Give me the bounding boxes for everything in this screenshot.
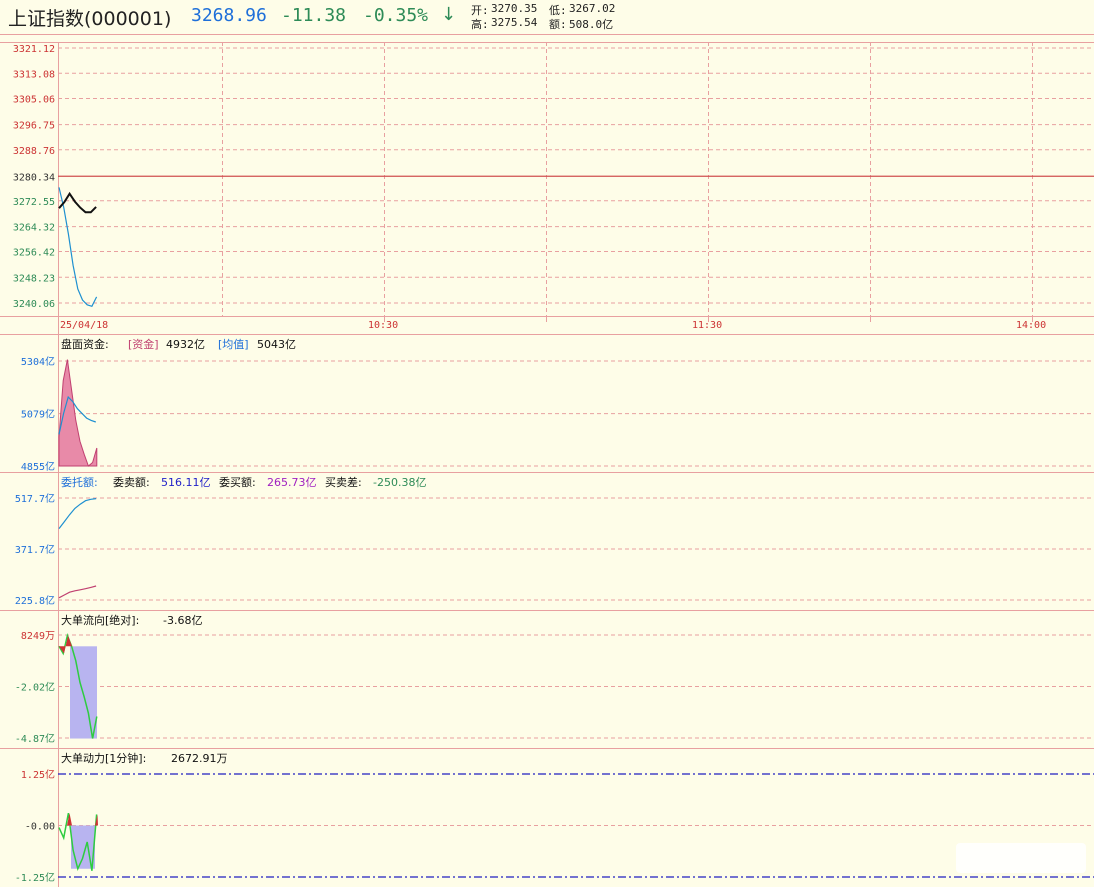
capital-fund-label: [资金] xyxy=(128,337,159,351)
price-y-label: 3240.06 xyxy=(13,299,55,310)
bigflow-y-label: -4.87亿 xyxy=(15,732,55,745)
orders-y-label: 371.7亿 xyxy=(15,543,55,556)
orders-diff-value: -250.38亿 xyxy=(373,476,426,489)
bigpower-block xyxy=(71,825,95,869)
orders-diff-label: 买卖差: xyxy=(325,475,362,489)
price-y-label: 3248.23 xyxy=(13,273,55,284)
orders-buy-label: 委买额: xyxy=(219,476,256,489)
capital-y-label: 4855亿 xyxy=(21,460,55,473)
time-axis-label: 14:00 xyxy=(1016,320,1046,331)
capital-fund-value: 4932亿 xyxy=(166,338,205,351)
capital-y-label: 5304亿 xyxy=(21,355,55,368)
bigpower-y-label: -0.00 xyxy=(25,822,55,833)
orders-y-label: 225.8亿 xyxy=(15,594,55,607)
bigflow-value: -3.68亿 xyxy=(163,614,202,627)
price-y-label: 3256.42 xyxy=(13,248,55,259)
price-y-label: 3305.06 xyxy=(13,95,55,106)
capital-avg-label: [均值] xyxy=(218,338,249,351)
orders-sell-label: 委卖额: xyxy=(113,476,150,489)
orders-sell-line xyxy=(58,498,97,529)
orders-y-label: 517.7亿 xyxy=(15,492,55,505)
capital-fund-area xyxy=(58,359,98,467)
bigflow-title: 大单流向[绝对]: xyxy=(61,613,139,627)
orders-sell-value: 516.11亿 xyxy=(161,476,211,489)
orders-title: 委托额: xyxy=(61,475,98,489)
bigpower-value: 2672.91万 xyxy=(171,752,228,765)
orders-buy-line xyxy=(58,585,97,599)
price-y-label: 3264.32 xyxy=(13,223,55,234)
bigpower-y-label: -1.25亿 xyxy=(15,871,55,884)
price-y-label: 3296.75 xyxy=(13,121,55,132)
price-y-label: 3321.12 xyxy=(13,44,55,55)
watermark xyxy=(956,843,1086,873)
bigflow-y-label: 8249万 xyxy=(21,631,55,642)
time-axis-label: 11:30 xyxy=(692,320,722,331)
capital-title: 盘面资金: xyxy=(61,337,109,351)
capital-avg-value: 5043亿 xyxy=(257,338,296,351)
price-y-label: 3288.76 xyxy=(13,146,55,157)
bigpower-title: 大单动力[1分钟]: xyxy=(61,751,146,765)
time-axis-label: 10:30 xyxy=(368,320,398,331)
orders-buy-value: 265.73亿 xyxy=(267,476,317,489)
time-axis-label: 25/04/18 xyxy=(60,320,108,331)
bigflow-y-label: -2.02亿 xyxy=(15,680,55,693)
chart-canvas[interactable]: 3321.12 3313.08 3305.06 3296.75 3288.76 3280.… xyxy=(0,0,1094,887)
bigpower-y-label: 1.25亿 xyxy=(21,768,55,781)
price-y-label: 3280.34 xyxy=(13,172,55,183)
price-y-label: 3313.08 xyxy=(13,69,55,80)
capital-y-label: 5079亿 xyxy=(21,408,55,421)
price-y-label: 3272.55 xyxy=(13,197,55,208)
